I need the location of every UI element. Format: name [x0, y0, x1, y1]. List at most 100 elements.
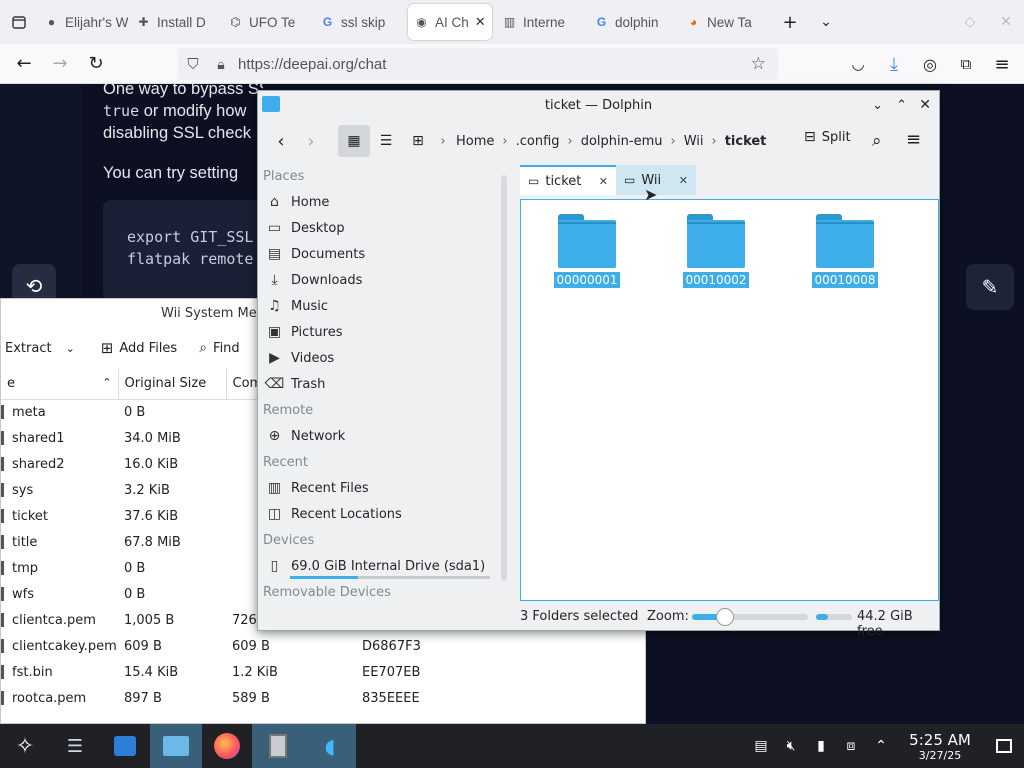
places-item[interactable]: ◫ Recent Locations: [258, 501, 498, 527]
split-button[interactable]: ⊟ Split: [804, 129, 851, 145]
browser-tab-active[interactable]: ◉ AI Ch ✕: [408, 4, 492, 40]
places-item[interactable]: ▯ 69.0 GiB Internal Drive (sda1): [258, 553, 498, 579]
folder-item[interactable]: 00010008: [805, 214, 885, 288]
minimize-icon[interactable]: ⌄: [872, 98, 883, 113]
places-item[interactable]: ▣ Pictures: [258, 319, 498, 345]
compact-view-icon[interactable]: ☰: [370, 133, 402, 149]
tab-ticket[interactable]: ▭ ticket ✕: [520, 165, 616, 195]
maximize-icon[interactable]: ⌃: [896, 98, 907, 113]
battery-icon[interactable]: ▮: [806, 724, 836, 768]
network-icon[interactable]: ⧈: [836, 724, 866, 768]
new-tab-button[interactable]: +: [772, 6, 808, 38]
browser-tab[interactable]: ◕ New Ta: [680, 4, 772, 40]
zoom-slider-handle[interactable]: [716, 608, 734, 626]
hamburger-menu-icon[interactable]: ≡: [906, 129, 921, 150]
breadcrumb-home[interactable]: Home: [452, 134, 498, 149]
folder-item[interactable]: 00000001: [547, 214, 627, 288]
browser-tab[interactable]: G dolphin: [588, 4, 680, 40]
breadcrumb-dolphin-emu[interactable]: dolphin-emu: [577, 134, 667, 149]
places-section-header: Devices: [263, 532, 315, 548]
close-tab-icon[interactable]: ✕: [599, 175, 608, 188]
file-name-cell: meta: [1, 399, 118, 425]
reload-icon[interactable]: ↻: [78, 48, 114, 80]
places-item[interactable]: ▤ Documents: [258, 241, 498, 267]
bookmark-star-icon[interactable]: ☆: [751, 54, 766, 74]
show-desktop-icon[interactable]: [984, 724, 1024, 768]
close-window-icon[interactable]: ✕: [988, 6, 1024, 38]
trash-icon: ⌫: [264, 376, 285, 392]
tab-label: Elijahr's W: [65, 14, 129, 30]
places-item[interactable]: ▶ Videos: [258, 345, 498, 371]
places-scrollbar[interactable]: [501, 175, 507, 581]
speaker-muted-icon[interactable]: 🔇︎: [776, 724, 806, 768]
zoom-slider[interactable]: [692, 608, 808, 626]
breadcrumb-config[interactable]: .config: [512, 134, 564, 149]
find-button[interactable]: ⌕ Find: [191, 340, 247, 356]
hash-cell: 835EEEE: [362, 690, 420, 706]
store-icon[interactable]: [100, 724, 150, 768]
places-item[interactable]: ▭ Desktop: [258, 215, 498, 241]
original-size-cell: 3.2 KiB: [124, 482, 170, 498]
settings-icon[interactable]: ☰: [50, 724, 100, 768]
folder-view[interactable]: 00000001 00010002 00010008: [520, 199, 939, 601]
account-icon[interactable]: ◎: [912, 48, 948, 80]
music-icon: ♫: [268, 298, 281, 314]
details-view-icon[interactable]: ⊞: [402, 133, 434, 149]
forward-arrow-icon[interactable]: →: [42, 48, 78, 80]
places-item[interactable]: ⤓ Downloads: [258, 267, 498, 293]
clock[interactable]: 5:25 AM 3/27/25: [900, 731, 980, 762]
tray-expand-icon[interactable]: ⌃: [866, 724, 896, 768]
firefox-icon[interactable]: [202, 724, 252, 768]
table-row[interactable]: clientcakey.pem 609 B 609 B D6867F3: [1, 633, 421, 659]
places-item[interactable]: ⌂ Home: [258, 189, 498, 215]
folder-item[interactable]: 00010002: [676, 214, 756, 288]
clipboard-icon[interactable]: ▤: [746, 724, 776, 768]
archive-manager-icon[interactable]: [252, 724, 304, 768]
chevron-down-icon[interactable]: ⌄: [66, 342, 75, 355]
extensions-icon[interactable]: ⧉: [948, 48, 984, 80]
close-tab-icon[interactable]: ✕: [475, 14, 486, 30]
places-panel: Places ⌂ Home ▭ Desktop ▤ Documents ⤓ Downloads ♫…: [258, 163, 498, 631]
places-item-label: Home: [291, 194, 330, 210]
places-item[interactable]: ▥ Recent Files: [258, 475, 498, 501]
icons-view-icon[interactable]: ▦: [338, 125, 370, 157]
table-row[interactable]: fst.bin 15.4 KiB 1.2 KiB EE707EB: [1, 659, 421, 685]
back-arrow-icon[interactable]: ←: [6, 48, 42, 80]
app-launcher-icon[interactable]: ✧: [0, 724, 50, 768]
minimize-window-icon[interactable]: ◇: [952, 6, 988, 38]
dolphin-emu-icon[interactable]: ◖: [304, 724, 356, 768]
places-item[interactable]: ⊕ Network: [258, 423, 498, 449]
browser-tab[interactable]: ● Elijahr's W: [38, 4, 130, 40]
breadcrumb-ticket[interactable]: ticket: [721, 134, 771, 149]
extract-button[interactable]: Extract ⌄: [1, 341, 83, 356]
file-manager-icon[interactable]: [150, 724, 202, 768]
dolphin-window: ticket — Dolphin ⌄ ⌃ ✕ ‹ › ▦ ☰ ⊞ › Home ›…: [257, 90, 940, 639]
forward-icon[interactable]: ›: [296, 131, 326, 152]
firefox-icon: ◕: [689, 15, 698, 29]
file-name: ticket: [12, 508, 49, 524]
column-name-header[interactable]: e ⌃: [1, 369, 119, 399]
close-tab-icon[interactable]: ✕: [679, 174, 688, 187]
pocket-icon[interactable]: ◡: [840, 48, 876, 80]
breadcrumb-wii[interactable]: Wii: [680, 134, 708, 149]
chat-line: true or modify how: [103, 100, 246, 122]
tab-list-icon[interactable]: [0, 6, 38, 38]
places-item[interactable]: ♫ Music: [258, 293, 498, 319]
hash-cell: EE707EB: [362, 664, 421, 680]
chevron-down-icon[interactable]: ⌄: [808, 6, 844, 38]
places-item[interactable]: ⌫ Trash: [258, 371, 498, 397]
browser-tab[interactable]: G ssl skip: [314, 4, 404, 40]
url-bar[interactable]: ⛉ 🔒︎ https://deepai.org/chat ☆: [178, 48, 778, 80]
browser-tab[interactable]: ✚ Install D: [130, 4, 222, 40]
browser-tab[interactable]: ▥ Interne: [496, 4, 588, 40]
table-row[interactable]: rootca.pem 897 B 589 B 835EEEE: [1, 685, 421, 711]
column-original-size-header[interactable]: Original Size: [118, 369, 227, 399]
new-chat-edit-icon[interactable]: ✎: [966, 264, 1014, 310]
close-icon[interactable]: ✕: [919, 97, 931, 113]
add-files-button[interactable]: ⊞ Add Files: [93, 339, 185, 357]
browser-tab[interactable]: ⌬ UFO Te: [222, 4, 314, 40]
back-icon[interactable]: ‹: [266, 131, 296, 152]
download-icon[interactable]: ⤓: [876, 48, 912, 80]
search-icon[interactable]: ⌕: [872, 131, 882, 151]
menu-icon[interactable]: ≡: [984, 48, 1020, 80]
